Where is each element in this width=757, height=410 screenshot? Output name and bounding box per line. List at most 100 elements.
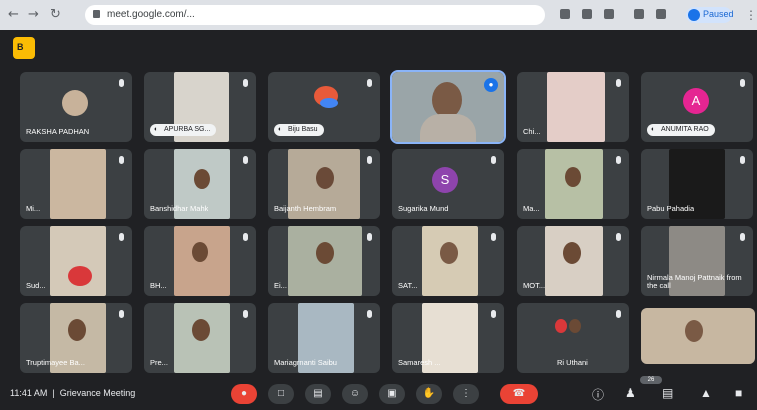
participant-name: Truptimayee Ba...	[26, 358, 85, 367]
self-view-tile[interactable]	[641, 308, 755, 364]
avatar	[62, 90, 88, 116]
participant-name: Sud...	[26, 281, 46, 290]
face	[192, 319, 210, 341]
mic-muted-icon	[491, 233, 496, 241]
back-arrow-icon[interactable]: ←	[8, 7, 19, 22]
face	[440, 242, 458, 264]
participant-name: Ri Uthani	[557, 358, 588, 367]
reload-icon[interactable]: ↻	[50, 7, 61, 22]
more-options-button[interactable]: ⋮	[453, 384, 479, 404]
participant-tile[interactable]: Samaresh ...	[392, 303, 504, 373]
speaking-indicator-icon: ●	[484, 78, 498, 92]
participant-tile[interactable]: BH...	[144, 226, 256, 296]
face	[563, 242, 581, 264]
mic-muted-icon	[243, 156, 248, 164]
mic-muted-icon	[616, 79, 621, 87]
participant-name: Nirmala Manoj Pattnaik from the call	[647, 274, 742, 290]
mic-toggle-button[interactable]: ●	[231, 384, 257, 404]
chat-icon[interactable]: ▤	[662, 386, 673, 400]
participant-name: SAT...	[398, 281, 418, 290]
present-button[interactable]: ▣	[379, 384, 405, 404]
present-icon: ▣	[387, 388, 397, 399]
meeting-name: Grievance Meeting	[59, 388, 136, 398]
camera-icon[interactable]	[560, 9, 570, 19]
participant-tile[interactable]: Sud...	[20, 226, 132, 296]
participant-tile[interactable]: APURBA SG...	[144, 72, 256, 142]
mic-muted-icon	[119, 156, 124, 164]
video-feed	[547, 72, 605, 142]
sidepanel-icon[interactable]	[656, 9, 666, 19]
participant-tile[interactable]: Mariagrnanti Saibu	[268, 303, 380, 373]
participant-tile-active-speaker[interactable]: ●	[390, 70, 506, 144]
participant-name: Ma...	[523, 204, 540, 213]
participant-tile[interactable]: Baijanth Hembram	[268, 149, 380, 219]
participant-tile[interactable]: Pabu Pahadia	[641, 149, 753, 219]
participant-tile[interactable]: Nirmala Manoj Pattnaik from the call	[641, 226, 753, 296]
activity-badge[interactable]: B	[13, 37, 35, 59]
people-icon[interactable]: ♟	[625, 386, 636, 400]
participant-name: Banshidhar Mahk	[150, 204, 209, 213]
forward-arrow-icon[interactable]: →	[28, 7, 39, 22]
emoji-icon: ☺	[349, 388, 361, 399]
mic-muted-icon	[119, 310, 124, 318]
activities-icon[interactable]: ▲	[700, 386, 712, 400]
face	[192, 242, 208, 262]
extension-icon[interactable]	[634, 9, 644, 19]
menu-icon[interactable]: ⋮	[745, 8, 757, 22]
participant-name: Chi...	[523, 127, 541, 136]
avatar-image	[555, 319, 567, 333]
participant-tile[interactable]: Ri Uthani	[517, 303, 629, 373]
mic-muted-icon	[740, 79, 745, 87]
avatar-image-detail	[320, 98, 338, 108]
participant-tile[interactable]: Ma...	[517, 149, 629, 219]
browser-toolbar: ← → ↻ meet.google.com/... Paused ⋮	[0, 0, 757, 30]
participant-tile[interactable]: Mi...	[20, 149, 132, 219]
mic-muted-icon	[367, 79, 372, 87]
participant-name: MOT...	[523, 281, 546, 290]
participant-tile[interactable]: Ei...	[268, 226, 380, 296]
profile-paused-button[interactable]: Paused	[686, 7, 734, 23]
mic-muted-icon	[243, 233, 248, 241]
participant-tile[interactable]: SAT...	[392, 226, 504, 296]
participant-name: ANUMITA RAO	[647, 124, 715, 136]
participant-tile[interactable]: S Sugarika Mund	[392, 149, 504, 219]
face	[685, 320, 703, 342]
participant-tile[interactable]: Biju Basu	[268, 72, 380, 142]
mic-muted-icon	[367, 156, 372, 164]
camera-icon: □	[277, 388, 285, 399]
leave-call-button[interactable]: ☎	[500, 384, 538, 404]
more-vert-icon: ⋮	[461, 388, 471, 399]
share-icon[interactable]	[582, 9, 592, 19]
profile-avatar	[688, 9, 700, 21]
mic-muted-icon	[740, 156, 745, 164]
mic-muted-icon	[491, 156, 496, 164]
participant-tile[interactable]: MOT...	[517, 226, 629, 296]
mic-muted-icon	[491, 310, 496, 318]
participant-name: Samaresh ...	[398, 358, 441, 367]
participant-name: Pabu Pahadia	[647, 204, 695, 213]
host-controls-icon[interactable]: ■	[735, 386, 742, 400]
camera-toggle-button[interactable]: □	[268, 384, 294, 404]
participant-tile[interactable]: Chi...	[517, 72, 629, 142]
face	[316, 242, 334, 264]
star-icon[interactable]	[604, 9, 614, 19]
participant-name: RAKSHA PADHAN	[26, 127, 90, 136]
meeting-info: 11:41 AM | Grievance Meeting	[10, 388, 135, 398]
participant-name: Sugarika Mund	[398, 204, 449, 213]
participant-tile[interactable]: A ANUMITA RAO	[641, 72, 753, 142]
address-bar[interactable]: meet.google.com/...	[85, 5, 545, 25]
participant-tile[interactable]: Truptimayee Ba...	[20, 303, 132, 373]
participant-tile[interactable]: RAKSHA PADHAN	[20, 72, 132, 142]
mic-muted-icon	[119, 79, 124, 87]
avatar-image-detail	[569, 319, 581, 333]
raise-hand-button[interactable]: ✋	[416, 384, 442, 404]
participant-tile[interactable]: Pre...	[144, 303, 256, 373]
emoji-button[interactable]: ☺	[342, 384, 368, 404]
mic-muted-icon	[243, 79, 248, 87]
participant-tile[interactable]: Banshidhar Mahk	[144, 149, 256, 219]
participant-name: Pre...	[150, 358, 168, 367]
captions-button[interactable]: ▤	[305, 384, 331, 404]
face	[565, 167, 581, 187]
mic-muted-icon	[367, 310, 372, 318]
info-icon[interactable]: ⓘ	[592, 386, 604, 403]
